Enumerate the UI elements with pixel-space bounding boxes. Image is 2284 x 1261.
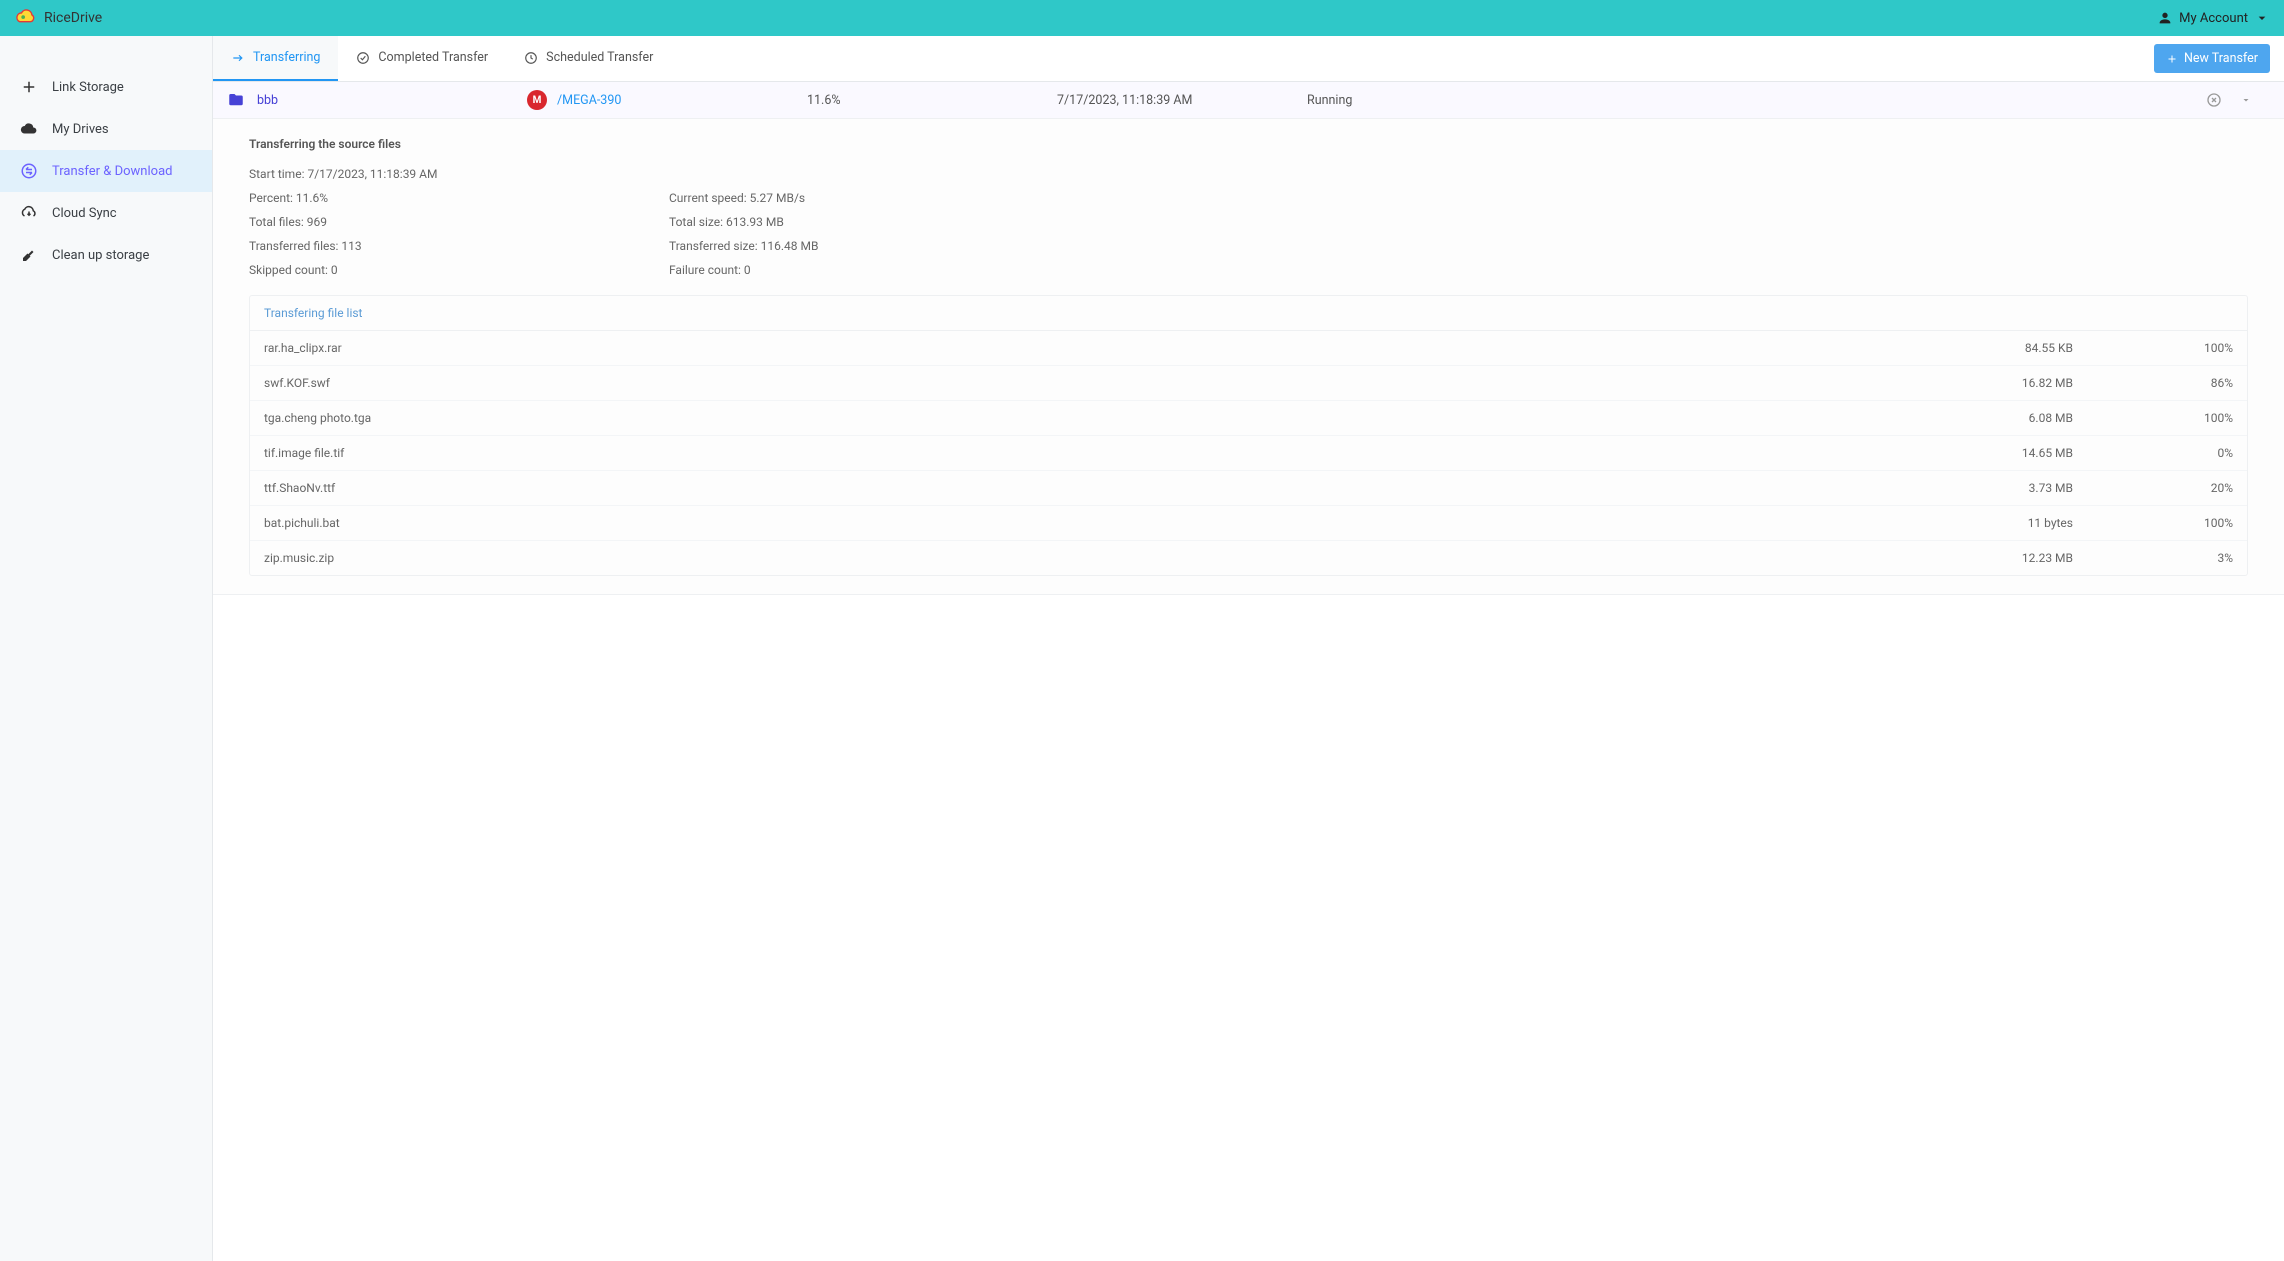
file-size: 3.73 MB xyxy=(1933,481,2073,495)
tab-scheduled[interactable]: Scheduled Transfer xyxy=(506,36,671,81)
brand: RiceDrive xyxy=(14,7,102,29)
sidebar-item-label: Cloud Sync xyxy=(52,206,117,221)
transfer-time: 7/17/2023, 11:18:39 AM xyxy=(1057,93,1307,108)
transfer-row[interactable]: bbb M /MEGA-390 11.6% 7/17/2023, 11:18:3… xyxy=(213,82,2284,119)
cancel-icon[interactable] xyxy=(2206,92,2222,108)
file-row: ttf.ShaoNv.ttf3.73 MB20% xyxy=(250,471,2247,506)
account-menu[interactable]: My Account xyxy=(2157,10,2270,26)
transfer-source: bbb xyxy=(227,91,527,109)
arrow-right-icon xyxy=(231,51,245,65)
file-progress: 86% xyxy=(2073,376,2233,390)
sidebar-item-cleanup[interactable]: Clean up storage xyxy=(0,234,212,276)
person-icon xyxy=(2157,10,2173,26)
tab-label: Transferring xyxy=(253,50,320,65)
detail-current-speed: Current speed: 5.27 MB/s xyxy=(669,191,1049,205)
tab-transferring[interactable]: Transferring xyxy=(213,36,338,81)
file-row: swf.KOF.swf16.82 MB86% xyxy=(250,366,2247,401)
dest-name: /MEGA-390 xyxy=(557,93,621,108)
file-name: swf.KOF.swf xyxy=(264,376,1933,390)
chevron-down-icon xyxy=(2254,10,2270,26)
plus-icon xyxy=(20,78,38,96)
tabs: Transferring Completed Transfer Schedule… xyxy=(213,36,671,81)
transfer-actions xyxy=(2206,92,2270,108)
topbar: RiceDrive My Account xyxy=(0,0,2284,36)
file-progress: 100% xyxy=(2073,341,2233,355)
clock-icon xyxy=(524,51,538,65)
file-row: rar.ha_clipx.rar84.55 KB100% xyxy=(250,331,2247,366)
sidebar-item-my-drives[interactable]: My Drives xyxy=(0,108,212,150)
transfer-icon xyxy=(20,162,38,180)
tab-completed[interactable]: Completed Transfer xyxy=(338,36,506,81)
file-size: 16.82 MB xyxy=(1933,376,2073,390)
sidebar-item-label: Link Storage xyxy=(52,80,124,95)
sidebar-item-link-storage[interactable]: Link Storage xyxy=(0,66,212,108)
tab-label: Scheduled Transfer xyxy=(546,50,653,65)
new-transfer-button[interactable]: New Transfer xyxy=(2154,44,2270,73)
detail-transferred-files: Transferred files: 113 xyxy=(249,239,629,253)
broom-icon xyxy=(20,246,38,264)
plus-icon xyxy=(2166,53,2178,65)
detail-failure-count: Failure count: 0 xyxy=(669,263,1049,277)
detail-transferred-size: Transferred size: 116.48 MB xyxy=(669,239,1049,253)
file-name: zip.music.zip xyxy=(264,551,1933,565)
new-transfer-label: New Transfer xyxy=(2184,51,2258,66)
file-size: 12.23 MB xyxy=(1933,551,2073,565)
file-size: 11 bytes xyxy=(1933,516,2073,530)
file-name: tif.image file.tif xyxy=(264,446,1933,460)
file-size: 14.65 MB xyxy=(1933,446,2073,460)
file-row: zip.music.zip12.23 MB3% xyxy=(250,541,2247,575)
details-title: Transferring the source files xyxy=(249,137,2248,151)
file-progress: 3% xyxy=(2073,551,2233,565)
transfer-status: Running xyxy=(1307,93,1387,108)
source-name: bbb xyxy=(257,93,278,108)
file-progress: 20% xyxy=(2073,481,2233,495)
account-label: My Account xyxy=(2179,11,2248,26)
cloud-icon xyxy=(20,120,38,138)
sidebar-item-label: Transfer & Download xyxy=(52,164,172,179)
sidebar-item-label: My Drives xyxy=(52,122,109,137)
file-list-header: Transfering file list xyxy=(250,296,2247,331)
sync-icon xyxy=(20,204,38,222)
file-list: Transfering file list rar.ha_clipx.rar84… xyxy=(249,295,2248,576)
checkmark-circle-icon xyxy=(356,51,370,65)
file-size: 6.08 MB xyxy=(1933,411,2073,425)
file-name: rar.ha_clipx.rar xyxy=(264,341,1933,355)
sidebar-item-label: Clean up storage xyxy=(52,248,149,263)
transfer-percent: 11.6% xyxy=(807,93,1057,108)
file-row: tif.image file.tif14.65 MB0% xyxy=(250,436,2247,471)
brand-logo-icon xyxy=(14,7,36,29)
sidebar: Link Storage My Drives Transfer & Downlo… xyxy=(0,36,213,1261)
transfer-dest: M /MEGA-390 xyxy=(527,90,807,110)
file-row: bat.pichuli.bat11 bytes100% xyxy=(250,506,2247,541)
detail-total-files: Total files: 969 xyxy=(249,215,629,229)
detail-start-time: Start time: 7/17/2023, 11:18:39 AM xyxy=(249,167,1049,181)
detail-skipped-count: Skipped count: 0 xyxy=(249,263,629,277)
folder-icon xyxy=(227,91,245,109)
detail-total-size: Total size: 613.93 MB xyxy=(669,215,1049,229)
tabs-row: Transferring Completed Transfer Schedule… xyxy=(213,36,2284,82)
tab-label: Completed Transfer xyxy=(378,50,488,65)
transfer-details: Transferring the source files Start time… xyxy=(213,119,2284,595)
file-name: tga.cheng photo.tga xyxy=(264,411,1933,425)
file-name: ttf.ShaoNv.ttf xyxy=(264,481,1933,495)
main-content: Transferring Completed Transfer Schedule… xyxy=(213,36,2284,1261)
file-size: 84.55 KB xyxy=(1933,341,2073,355)
brand-title: RiceDrive xyxy=(44,10,102,26)
detail-percent: Percent: 11.6% xyxy=(249,191,629,205)
file-progress: 100% xyxy=(2073,411,2233,425)
sidebar-item-cloud-sync[interactable]: Cloud Sync xyxy=(0,192,212,234)
file-row: tga.cheng photo.tga6.08 MB100% xyxy=(250,401,2247,436)
mega-icon: M xyxy=(527,90,547,110)
sidebar-item-transfer-download[interactable]: Transfer & Download xyxy=(0,150,212,192)
file-name: bat.pichuli.bat xyxy=(264,516,1933,530)
file-progress: 0% xyxy=(2073,446,2233,460)
file-progress: 100% xyxy=(2073,516,2233,530)
chevron-down-icon[interactable] xyxy=(2240,94,2252,106)
